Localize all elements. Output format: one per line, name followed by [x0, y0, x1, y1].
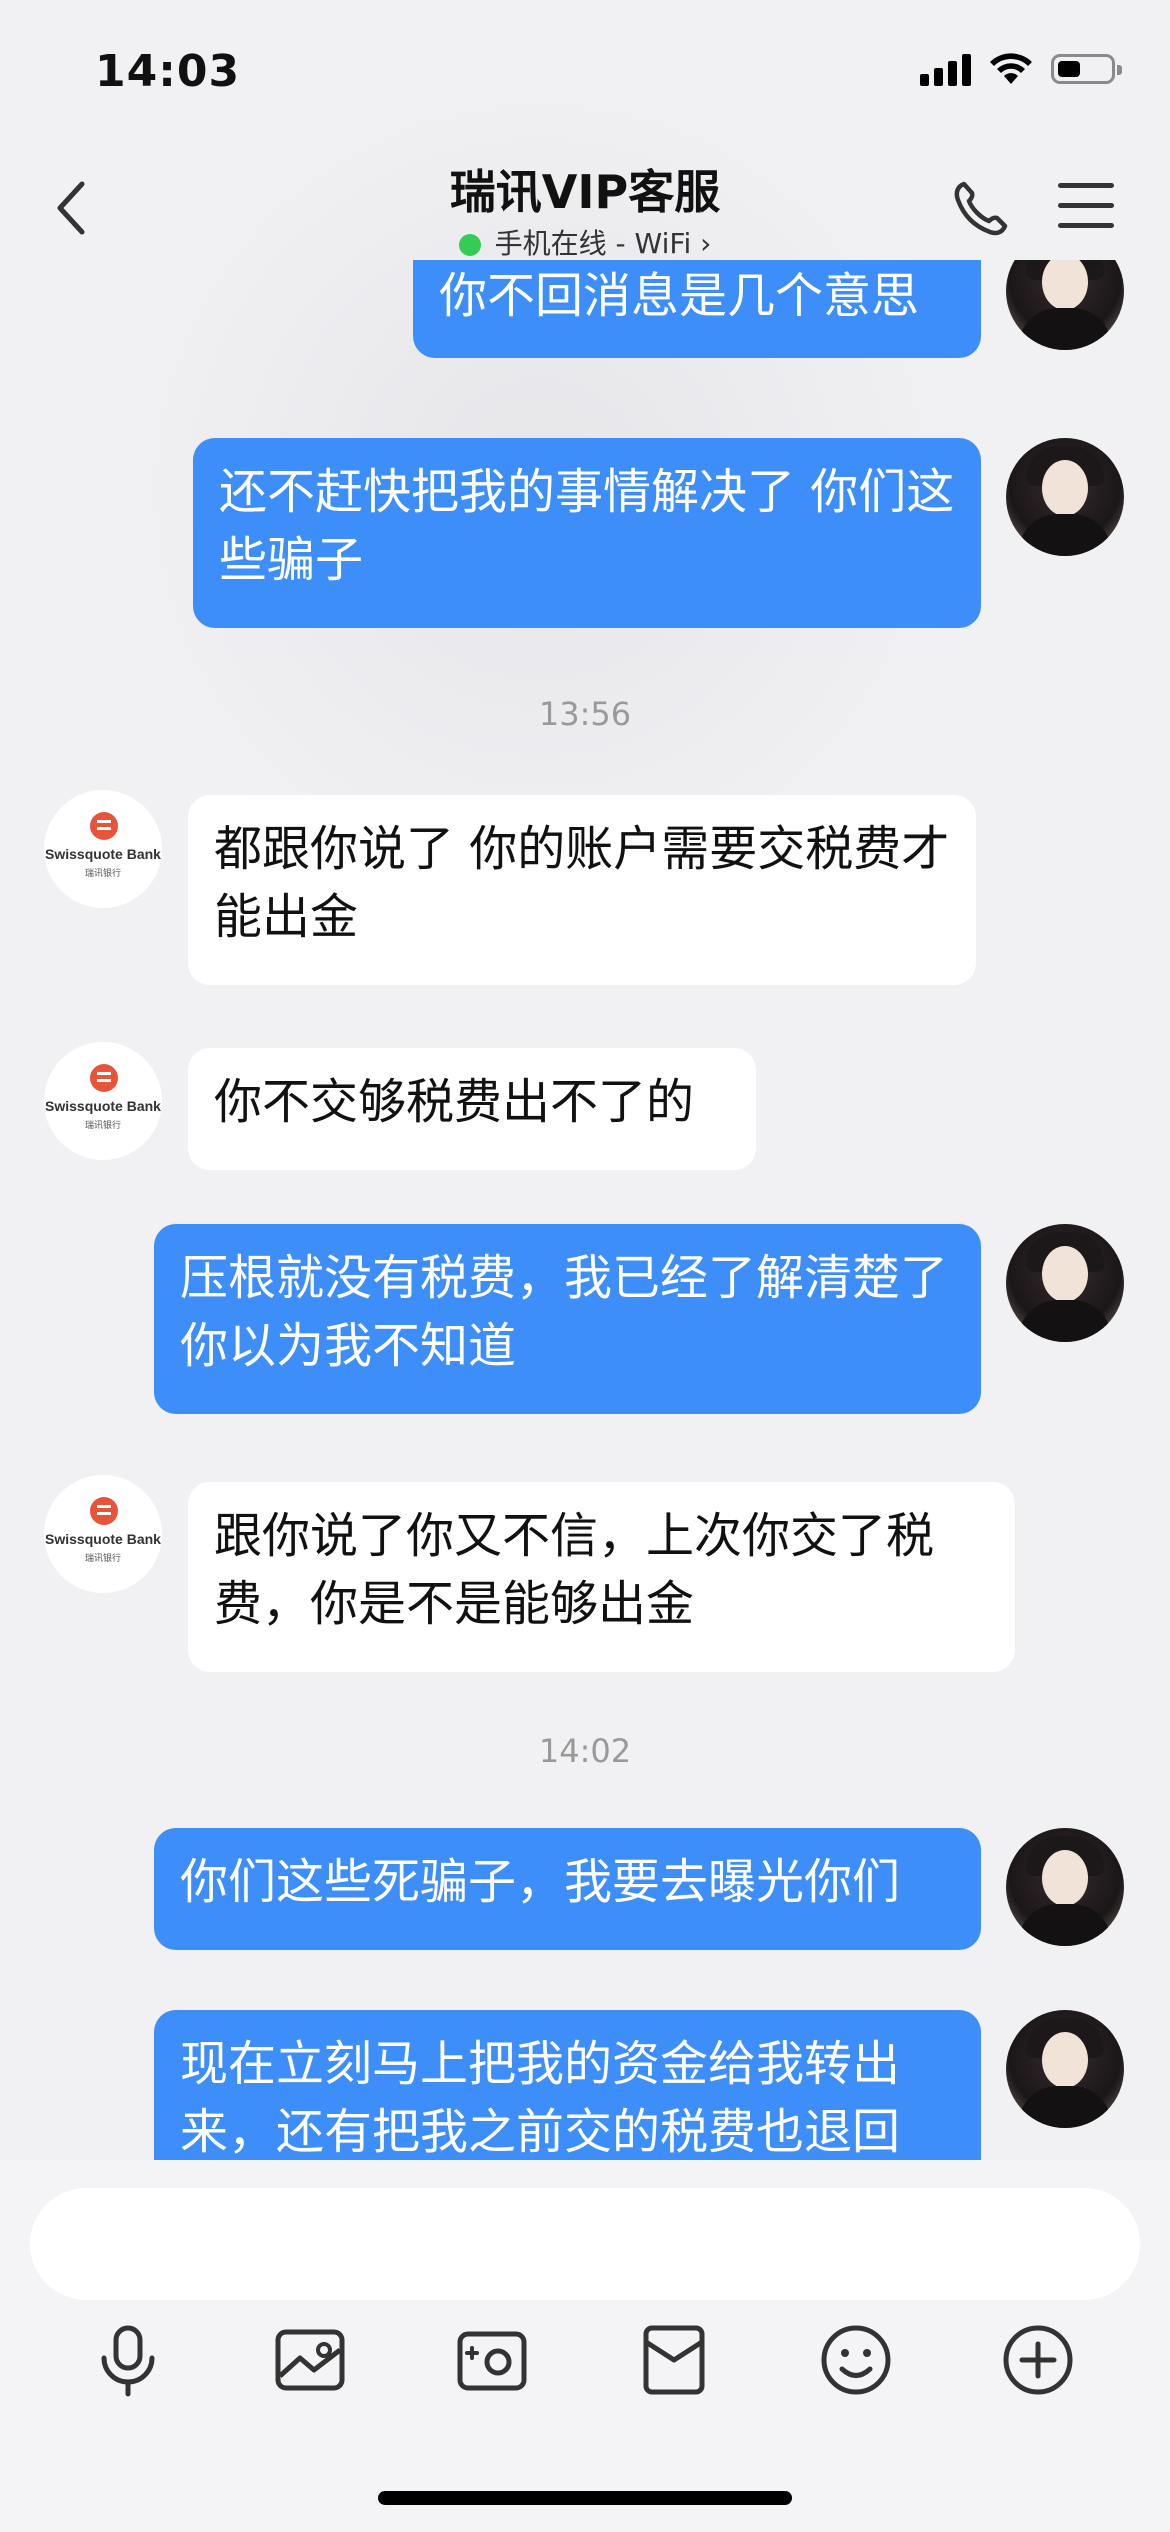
home-indicator[interactable]: [378, 2491, 792, 2505]
message-bubble[interactable]: 还不赶快把我的事情解决了 你们这些骗子: [193, 438, 981, 628]
phone-call-icon[interactable]: [950, 178, 1010, 238]
user-avatar[interactable]: [1006, 260, 1124, 350]
message-input[interactable]: [30, 2188, 1140, 2300]
online-status-text: 手机在线 - WiFi ›: [494, 227, 712, 260]
user-avatar[interactable]: [1006, 438, 1124, 556]
composer-toolbar: [0, 2320, 1170, 2440]
wifi-icon: [990, 53, 1032, 84]
swissquote-logo-icon: [90, 812, 118, 840]
bank-avatar-name-cn: 瑞讯银行: [84, 1121, 121, 1131]
composer: [0, 2160, 1170, 2532]
chat-header: 瑞讯VIP客服 手机在线 - WiFi ›: [0, 150, 1170, 260]
online-dot-icon: [458, 234, 481, 256]
plus-icon[interactable]: [998, 2320, 1078, 2400]
message-bubble[interactable]: 跟你说了你又不信，上次你交了税费，你是不是能够出金: [188, 1482, 1015, 1672]
bank-avatar-name-cn: 瑞讯银行: [84, 1554, 121, 1564]
message-bubble[interactable]: 现在立刻马上把我的资金给我转出来，还有把我之前交的税费也退回: [154, 2010, 981, 2160]
bank-avatar[interactable]: Swissquote Bank 瑞讯银行: [44, 1042, 162, 1160]
status-bar: 14:03: [0, 0, 1170, 150]
status-icons: [920, 52, 1122, 86]
message-bubble[interactable]: 你不交够税费出不了的: [188, 1048, 756, 1170]
user-avatar[interactable]: [1006, 2010, 1124, 2128]
message-bubble[interactable]: 都跟你说了 你的账户需要交税费才能出金: [188, 795, 976, 985]
chat-messages[interactable]: 你不回消息是几个意思 还不赶快把我的事情解决了 你们这些骗子 13:56 Swi…: [0, 260, 1170, 2160]
bank-avatar-name: Swissquote Bank: [45, 846, 161, 862]
bank-avatar-name-cn: 瑞讯银行: [84, 869, 121, 879]
message-timestamp: 14:02: [538, 1732, 632, 1770]
camera-icon[interactable]: [452, 2320, 532, 2400]
cellular-signal-icon: [920, 52, 971, 86]
user-avatar[interactable]: [1006, 1224, 1124, 1342]
menu-icon[interactable]: [1058, 183, 1114, 229]
message-bubble[interactable]: 你们这些死骗子，我要去曝光你们: [154, 1828, 981, 1950]
battery-icon: [1051, 54, 1122, 84]
bank-avatar[interactable]: Swissquote Bank 瑞讯银行: [44, 790, 162, 908]
message-timestamp: 13:56: [538, 695, 632, 733]
bank-avatar-name: Swissquote Bank: [45, 1531, 161, 1547]
red-packet-icon[interactable]: [634, 2320, 714, 2400]
microphone-icon[interactable]: [88, 2320, 168, 2400]
bank-avatar[interactable]: Swissquote Bank 瑞讯银行: [44, 1475, 162, 1593]
message-bubble[interactable]: 压根就没有税费，我已经了解清楚了你以为我不知道: [154, 1224, 981, 1414]
swissquote-logo-icon: [90, 1064, 118, 1092]
bank-avatar-name: Swissquote Bank: [45, 1098, 161, 1114]
message-bubble[interactable]: 你不回消息是几个意思: [413, 260, 981, 358]
swissquote-logo-icon: [90, 1497, 118, 1525]
status-time: 14:03: [95, 46, 241, 97]
image-icon[interactable]: [270, 2320, 350, 2400]
emoji-icon[interactable]: [816, 2320, 896, 2400]
user-avatar[interactable]: [1006, 1828, 1124, 1946]
